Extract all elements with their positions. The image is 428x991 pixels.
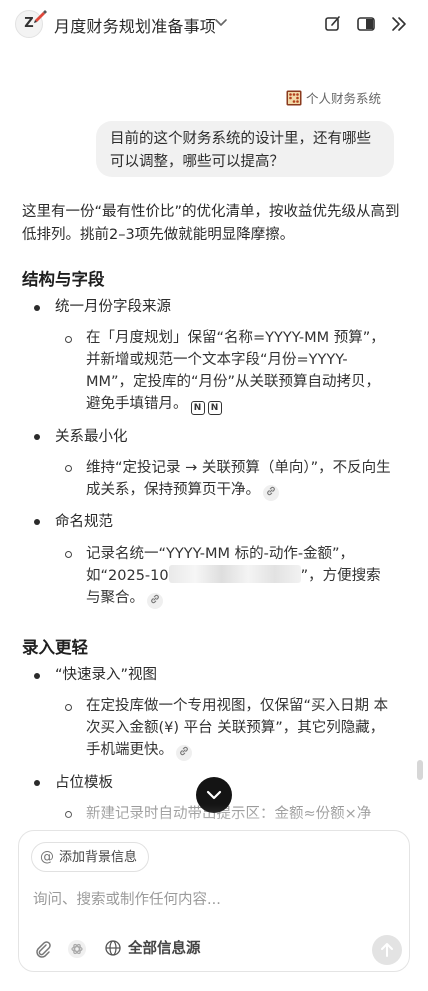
ai-model-icon[interactable]: [67, 939, 87, 959]
list-item-detail: 在定投库做一个专用视图，仅保留“买入日期 本次买入金额(¥) 平台 关联预算”，…: [86, 695, 391, 761]
avatar[interactable]: Z: [15, 10, 47, 38]
send-button[interactable]: [372, 935, 402, 965]
new-chat-icon[interactable]: [322, 13, 344, 35]
composer: @ 添加背景信息 询问、搜索或制作任何内容... 全部信息源: [18, 830, 410, 972]
add-context-label: 添加背景信息: [59, 850, 138, 865]
link-icon[interactable]: [147, 593, 163, 609]
detail-text: 在「月度规划」保留“名称=YYYY-MM 预算”，并新增或规范一个文本字段“月份…: [86, 330, 385, 412]
all-sources-label: 全部信息源: [128, 941, 201, 957]
bullet-dot: [34, 780, 40, 786]
list-item-title: 统一月份字段来源: [55, 299, 171, 315]
user-message-bubble: 目前的这个财务系统的设计里，还有哪些可以调整，哪些可以提高？: [96, 121, 394, 177]
list-item-detail: 维持“定投记录 → 关联预算（单向）”，不反向生成关系，保持预算页干净。: [86, 457, 391, 501]
detail-text: 维持“定投记录 → 关联预算（单向）”，不反向生成关系，保持预算页干净。: [86, 460, 391, 498]
context-tag[interactable]: 个人财务系统: [286, 88, 381, 107]
redacted-text: [168, 565, 301, 583]
link-icon[interactable]: [176, 745, 192, 761]
header-bar: Z 月度财务规划准备事项: [0, 0, 428, 48]
chevron-down-icon[interactable]: [214, 15, 228, 29]
sub-bullet-dot: [65, 704, 72, 711]
link-icon[interactable]: [263, 485, 279, 501]
sub-bullet-dot: [65, 811, 72, 818]
arrow-up-icon: [381, 943, 393, 957]
list-item-title: 命名规范: [55, 514, 113, 530]
pencil-icon: [34, 10, 47, 23]
list-item-detail: 新建记录时自动带出提示区：金额≈份额×净: [86, 803, 391, 825]
scrollbar-thumb[interactable]: [417, 760, 423, 780]
page-title[interactable]: 月度财务规划准备事项: [54, 13, 216, 37]
bullet-dot: [34, 305, 40, 311]
user-message-text: 目前的这个财务系统的设计里，还有哪些可以调整，哪些可以提高？: [110, 131, 371, 170]
detail-text: 在定投库做一个专用视图，仅保留“买入日期 本次买入金额(¥) 平台 关联预算”，…: [86, 698, 389, 758]
notion-icon[interactable]: N: [190, 401, 205, 415]
assistant-intro: 这里有一份“最有性价比”的优化清单，按收益优先级从高到低排列。挑前2–3项先做就…: [22, 204, 400, 243]
message-input[interactable]: 询问、搜索或制作任何内容...: [33, 888, 221, 909]
sidebar-toggle-icon[interactable]: [355, 13, 377, 35]
sub-bullet-dot: [65, 465, 72, 472]
at-icon: @: [40, 849, 54, 865]
add-context-button[interactable]: @ 添加背景信息: [31, 842, 150, 872]
paperclip-icon[interactable]: [33, 939, 53, 959]
chevron-down-icon: [206, 790, 222, 800]
bullet-dot: [34, 673, 40, 679]
bullet-dot: [34, 519, 40, 525]
sub-bullet-dot: [65, 336, 72, 343]
double-chevron-right-icon[interactable]: [388, 13, 410, 35]
notion-icon[interactable]: N: [207, 401, 222, 415]
all-sources-button[interactable]: 全部信息源: [105, 937, 201, 958]
abacus-icon: [286, 90, 302, 106]
list-item-detail: 在「月度规划」保留“名称=YYYY-MM 预算”，并新增或规范一个文本字段“月份…: [86, 327, 391, 415]
list-item-title: 占位模板: [55, 775, 113, 791]
sub-bullet-dot: [65, 551, 72, 558]
list-item-title: 关系最小化: [55, 429, 128, 445]
globe-icon: [105, 940, 121, 956]
context-tag-label: 个人财务系统: [306, 91, 382, 106]
list-item-detail: 记录名统一“YYYY-MM 标的-动作-金额”，如“2025-10 ”，方便搜索与…: [86, 543, 391, 609]
section-heading: 录入更轻: [22, 638, 88, 657]
list-item-title: “快速录入”视图: [55, 667, 158, 683]
bullet-dot: [34, 434, 40, 440]
scroll-to-bottom-button[interactable]: [196, 777, 232, 813]
section-heading: 结构与字段: [22, 270, 105, 289]
